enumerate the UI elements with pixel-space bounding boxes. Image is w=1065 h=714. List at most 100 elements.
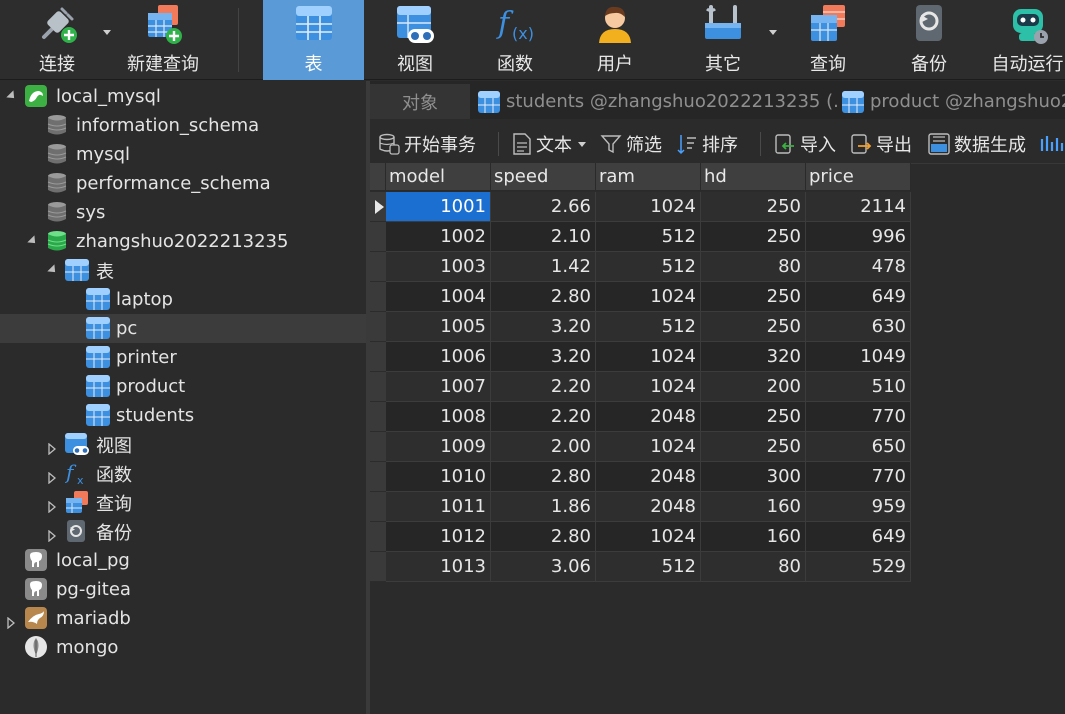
chevron-down-icon[interactable] xyxy=(578,141,586,147)
filter-button[interactable]: 筛选 xyxy=(600,130,662,158)
chart-button[interactable] xyxy=(1040,130,1065,158)
row-header[interactable] xyxy=(370,342,386,372)
sort-button[interactable]: 排序 xyxy=(676,130,738,158)
table-cell-price[interactable]: 650 xyxy=(806,432,911,462)
table-cell-hd[interactable]: 250 xyxy=(701,312,806,342)
table-cell-ram[interactable]: 512 xyxy=(596,252,701,282)
table-cell-ram[interactable]: 2048 xyxy=(596,402,701,432)
tree-item-performance-schema[interactable]: performance_schema xyxy=(0,169,366,198)
column-header-model[interactable]: model xyxy=(386,163,491,191)
tree-item-table-product[interactable]: product xyxy=(0,372,366,401)
table-cell-speed[interactable]: 3.06 xyxy=(491,552,596,582)
table-cell-speed[interactable]: 2.66 xyxy=(491,192,596,222)
table-cell-model[interactable]: 1010 xyxy=(386,462,491,492)
table-cell-speed[interactable]: 2.80 xyxy=(491,462,596,492)
expand-arrow-icon[interactable] xyxy=(27,235,39,247)
begin-transaction-button[interactable]: 开始事务 xyxy=(378,130,476,158)
table-cell-hd[interactable]: 250 xyxy=(701,222,806,252)
table-cell-hd[interactable]: 160 xyxy=(701,522,806,552)
table-cell-price[interactable]: 1049 xyxy=(806,342,911,372)
row-header[interactable] xyxy=(370,372,386,402)
tab-students[interactable]: students @zhangshuo2022213235 (... xyxy=(478,84,838,119)
table-cell-hd[interactable]: 80 xyxy=(701,552,806,582)
tree-item-table-laptop[interactable]: laptop xyxy=(0,285,366,314)
tree-item-mysql[interactable]: mysql xyxy=(0,140,366,169)
tree-item-mariadb[interactable]: mariadb xyxy=(0,604,366,633)
row-header[interactable] xyxy=(370,462,386,492)
text-view-button[interactable]: 文本 xyxy=(512,130,586,158)
table-cell-price[interactable]: 630 xyxy=(806,312,911,342)
table-cell-ram[interactable]: 1024 xyxy=(596,192,701,222)
connect-dropdown-caret[interactable] xyxy=(103,30,111,35)
tree-item-functions-group[interactable]: fx 函数 xyxy=(0,459,366,488)
data-generation-button[interactable]: 数据生成 xyxy=(928,130,1026,158)
table-cell-ram[interactable]: 2048 xyxy=(596,462,701,492)
table-cell-price[interactable]: 770 xyxy=(806,402,911,432)
table-cell-speed[interactable]: 3.20 xyxy=(491,312,596,342)
table-cell-model[interactable]: 1004 xyxy=(386,282,491,312)
row-header[interactable] xyxy=(370,552,386,582)
tree-item-queries-group[interactable]: 查询 xyxy=(0,488,366,517)
new-query-button[interactable]: 新建查询 xyxy=(120,0,206,80)
row-header[interactable] xyxy=(370,282,386,312)
table-cell-price[interactable]: 996 xyxy=(806,222,911,252)
table-cell-speed[interactable]: 1.86 xyxy=(491,492,596,522)
column-header-speed[interactable]: speed xyxy=(491,163,596,191)
autorun-button[interactable]: 自动运行 xyxy=(990,0,1065,80)
table-cell-speed[interactable]: 2.20 xyxy=(491,402,596,432)
table-cell-price[interactable]: 959 xyxy=(806,492,911,522)
table-cell-ram[interactable]: 1024 xyxy=(596,432,701,462)
row-header[interactable] xyxy=(370,252,386,282)
backup-button[interactable]: 备份 xyxy=(894,0,964,80)
table-cell-model[interactable]: 1007 xyxy=(386,372,491,402)
tree-item-table-students[interactable]: students xyxy=(0,401,366,430)
export-button[interactable]: 导出 xyxy=(850,130,912,158)
tree-item-table-printer[interactable]: printer xyxy=(0,343,366,372)
table-cell-hd[interactable]: 250 xyxy=(701,402,806,432)
view-button[interactable]: 视图 xyxy=(380,0,450,80)
column-header-hd[interactable]: hd xyxy=(701,163,806,191)
table-cell-speed[interactable]: 2.00 xyxy=(491,432,596,462)
table-cell-speed[interactable]: 2.80 xyxy=(491,282,596,312)
table-cell-price[interactable]: 770 xyxy=(806,462,911,492)
row-header[interactable] xyxy=(370,192,386,222)
row-header[interactable] xyxy=(370,522,386,552)
column-header-price[interactable]: price xyxy=(806,163,911,191)
table-cell-price[interactable]: 649 xyxy=(806,522,911,552)
table-cell-model[interactable]: 1012 xyxy=(386,522,491,552)
table-cell-model[interactable]: 1008 xyxy=(386,402,491,432)
import-button[interactable]: 导入 xyxy=(774,130,836,158)
other-dropdown-caret[interactable] xyxy=(769,30,777,35)
tree-item-table-pc[interactable]: pc xyxy=(0,314,366,343)
table-cell-model[interactable]: 1009 xyxy=(386,432,491,462)
column-header-ram[interactable]: ram xyxy=(596,163,701,191)
table-cell-model[interactable]: 1002 xyxy=(386,222,491,252)
tree-item-local-pg[interactable]: local_pg xyxy=(0,546,366,575)
table-cell-speed[interactable]: 2.20 xyxy=(491,372,596,402)
table-cell-hd[interactable]: 80 xyxy=(701,252,806,282)
tree-item-pg-gitea[interactable]: pg-gitea xyxy=(0,575,366,604)
tree-item-information-schema[interactable]: information_schema xyxy=(0,111,366,140)
other-button[interactable]: 其它 xyxy=(688,0,758,80)
table-cell-hd[interactable]: 250 xyxy=(701,432,806,462)
table-cell-model[interactable]: 1005 xyxy=(386,312,491,342)
row-header[interactable] xyxy=(370,222,386,252)
table-cell-price[interactable]: 649 xyxy=(806,282,911,312)
table-cell-hd[interactable]: 250 xyxy=(701,192,806,222)
row-header[interactable] xyxy=(370,432,386,462)
tree-item-views-group[interactable]: 视图 xyxy=(0,430,366,459)
connect-button[interactable]: 连接 xyxy=(20,0,94,80)
table-cell-price[interactable]: 529 xyxy=(806,552,911,582)
table-cell-model[interactable]: 1011 xyxy=(386,492,491,522)
table-cell-speed[interactable]: 2.80 xyxy=(491,522,596,552)
table-cell-speed[interactable]: 3.20 xyxy=(491,342,596,372)
table-cell-model[interactable]: 1013 xyxy=(386,552,491,582)
row-header[interactable] xyxy=(370,312,386,342)
query-button[interactable]: 查询 xyxy=(793,0,863,80)
table-cell-speed[interactable]: 1.42 xyxy=(491,252,596,282)
expand-arrow-icon[interactable] xyxy=(6,90,18,102)
table-cell-model[interactable]: 1003 xyxy=(386,252,491,282)
table-cell-ram[interactable]: 1024 xyxy=(596,282,701,312)
table-cell-price[interactable]: 478 xyxy=(806,252,911,282)
table-cell-hd[interactable]: 320 xyxy=(701,342,806,372)
